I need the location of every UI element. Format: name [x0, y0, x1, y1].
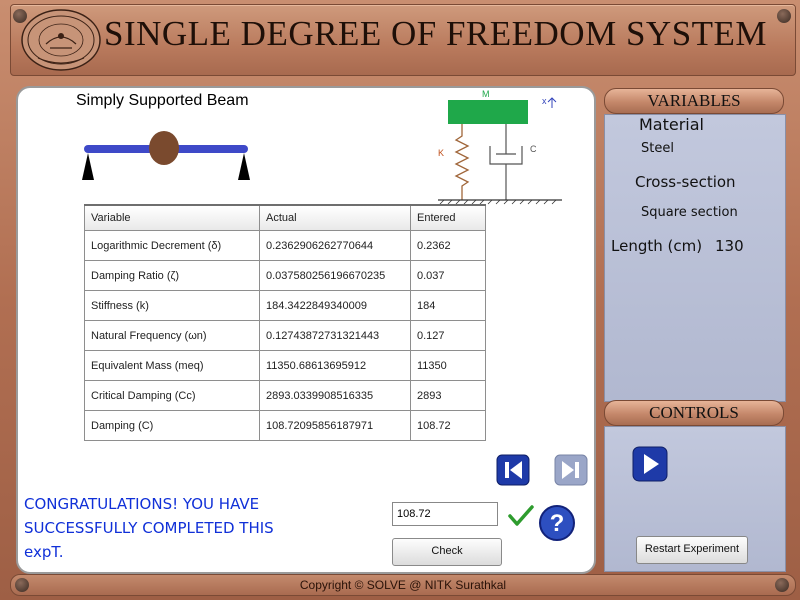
variables-panel: Material Steel Cross-section Square sect… — [604, 114, 786, 402]
spring-icon — [454, 124, 470, 200]
check-mark-icon — [508, 505, 534, 526]
variables-heading: VARIABLES — [604, 88, 784, 114]
entered-cell: 2893 — [410, 380, 486, 411]
variable-cell: Critical Damping (Cc) — [84, 380, 260, 411]
controls-heading-text: CONTROLS — [649, 403, 739, 422]
table-row: Critical Damping (Cc) 2893.0339908516335… — [84, 380, 486, 411]
svg-text:?: ? — [550, 510, 565, 537]
actual-cell: 184.3422849340009 — [259, 290, 411, 321]
variable-cell: Natural Frequency (ωn) — [84, 320, 260, 351]
restart-experiment-button[interactable]: Restart Experiment — [636, 536, 748, 564]
check-button[interactable]: Check — [392, 538, 502, 566]
previous-step-button[interactable] — [496, 454, 530, 486]
variable-cell: Damping (C) — [84, 410, 260, 441]
right-support-icon — [238, 153, 250, 180]
table-header: Variable — [84, 204, 260, 231]
next-step-button[interactable] — [554, 454, 588, 486]
results-table: Variable Actual Entered Logarithmic Decr… — [84, 204, 486, 441]
congrats-line: SUCCESSFULLY COMPLETED THIS expT. — [24, 519, 274, 561]
variable-cell: Damping Ratio (ζ) — [84, 260, 260, 291]
table-row: Natural Frequency (ωn) 0.127438727313214… — [84, 320, 486, 351]
variable-cell: Equivalent Mass (meq) — [84, 350, 260, 381]
congratulations-message: CONGRATULATIONS! YOU HAVE SUCCESSFULLY C… — [24, 492, 314, 564]
length-label: Length (cm) — [611, 237, 703, 255]
mass-block — [448, 100, 528, 124]
actual-cell: 0.2362906262770644 — [259, 230, 411, 261]
actual-cell: 0.037580256196670235 — [259, 260, 411, 291]
table-row: Stiffness (k) 184.3422849340009 184 — [84, 290, 486, 321]
table-row: Damping Ratio (ζ) 0.037580256196670235 0… — [84, 260, 486, 291]
axis-label: x — [542, 96, 547, 106]
damper-label: C — [530, 144, 537, 154]
entered-cell: 0.2362 — [410, 230, 486, 261]
cross-section-value: Square section — [641, 205, 738, 220]
material-value: Steel — [641, 141, 674, 156]
mass-ball — [149, 131, 179, 165]
table-row: Damping (C) 108.72095856187971 108.72 — [84, 410, 486, 441]
variables-heading-text: VARIABLES — [647, 91, 741, 110]
damper-icon — [489, 124, 523, 200]
entered-cell: 108.72 — [410, 410, 486, 441]
table-header-row: Variable Actual Entered — [84, 204, 486, 231]
table-row: Equivalent Mass (meq) 11350.68613695912 … — [84, 350, 486, 381]
main-panel: Simply Supported Beam M x K C Variable A… — [16, 86, 596, 574]
left-support-icon — [82, 153, 94, 180]
table-row: Logarithmic Decrement (δ) 0.236290626277… — [84, 230, 486, 261]
mass-label: M — [482, 89, 490, 99]
play-button[interactable] — [632, 446, 668, 482]
skip-forward-icon — [575, 462, 579, 478]
spring-mass-damper-diagram: M x K C — [438, 89, 562, 205]
actual-cell: 2893.0339908516335 — [259, 380, 411, 411]
table-header: Actual — [259, 204, 411, 231]
beam-title: Simply Supported Beam — [76, 92, 249, 109]
skip-back-icon — [505, 462, 509, 478]
up-arrow-icon — [547, 97, 557, 108]
cross-section-label: Cross-section — [635, 173, 736, 191]
variable-cell: Stiffness (k) — [84, 290, 260, 321]
answer-input[interactable] — [392, 502, 498, 526]
simply-supported-beam-diagram — [82, 131, 250, 180]
spring-label: K — [438, 148, 444, 158]
material-label: Material — [639, 115, 704, 134]
controls-heading: CONTROLS — [604, 400, 784, 426]
nitk-seal-logo-icon — [21, 9, 101, 71]
entered-cell: 11350 — [410, 350, 486, 381]
copyright-text: Copyright © SOLVE @ NITK Surathkal — [299, 578, 507, 592]
entered-cell: 0.037 — [410, 260, 486, 291]
entered-cell: 0.127 — [410, 320, 486, 351]
footer-bar: Copyright © SOLVE @ NITK Surathkal — [10, 574, 796, 596]
entered-cell: 184 — [410, 290, 486, 321]
screw-icon — [777, 9, 791, 23]
actual-cell: 11350.68613695912 — [259, 350, 411, 381]
help-question-icon[interactable]: ? — [538, 504, 576, 542]
actual-cell: 108.72095856187971 — [259, 410, 411, 441]
table-header: Entered — [410, 204, 486, 231]
length-value: 130 — [715, 237, 744, 255]
actual-cell: 0.12743872731321443 — [259, 320, 411, 351]
congrats-line: CONGRATULATIONS! YOU HAVE — [24, 495, 260, 513]
variable-cell: Logarithmic Decrement (δ) — [84, 230, 260, 261]
page-title: SINGLE DEGREE OF FREEDOM SYSTEM — [104, 14, 768, 53]
